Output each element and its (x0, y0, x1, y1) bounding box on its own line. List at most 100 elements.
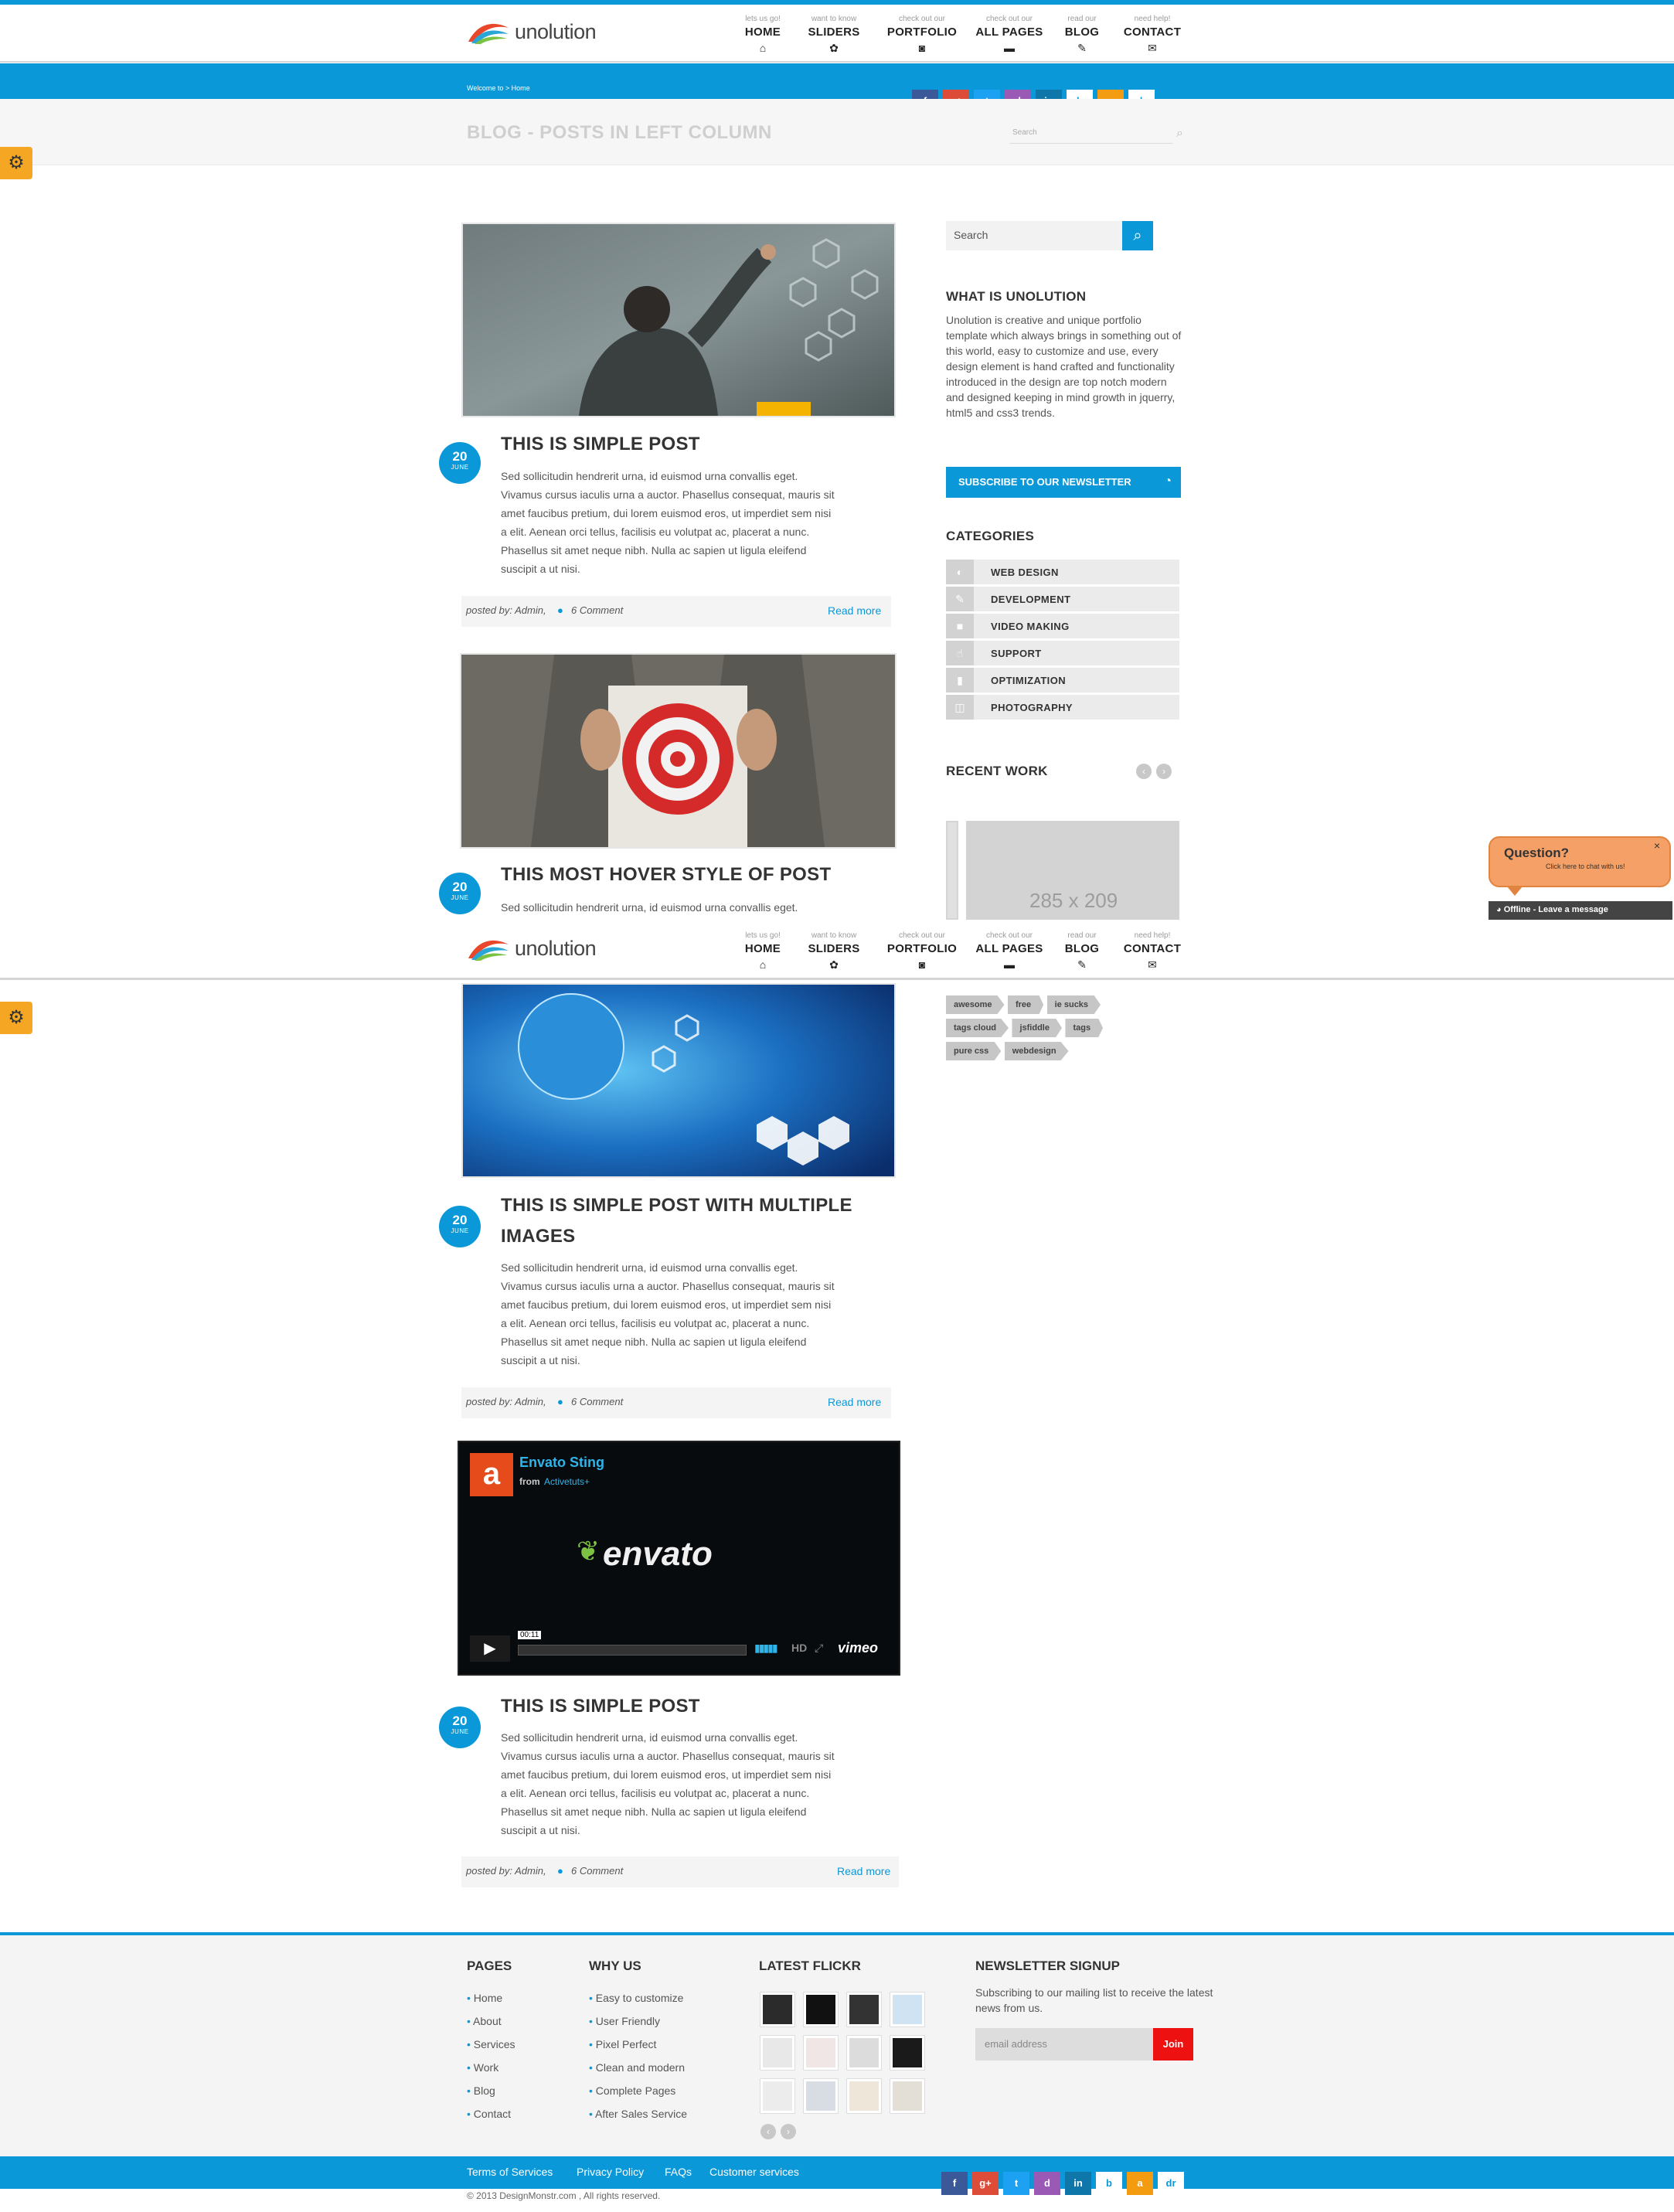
sidebar-search-input[interactable]: Search (946, 221, 1122, 250)
footer-link[interactable]: Blog (467, 2079, 515, 2102)
read-more-link[interactable]: Read more (828, 1396, 881, 1408)
breadcrumb[interactable]: Welcome to > Home (467, 84, 530, 92)
tag[interactable]: tags (1065, 1019, 1104, 1037)
facebook-icon[interactable]: f (941, 2172, 968, 2195)
category-development[interactable]: ✎ DEVELOPMENT (946, 587, 1179, 611)
play-icon[interactable]: ▶ (470, 1635, 510, 1662)
style-switcher-gear-icon[interactable]: ⚙ (0, 147, 32, 179)
nav-contact[interactable]: need help! CONTACT ✉ (1110, 931, 1195, 972)
footer-link[interactable]: Home (467, 1986, 515, 2010)
footer-link[interactable]: Complete Pages (589, 2079, 687, 2102)
footer-bottom-link[interactable]: FAQs (665, 2166, 692, 2178)
newsletter-email-input[interactable]: email address (975, 2028, 1153, 2061)
video-channel[interactable]: Envato Sting (519, 1455, 604, 1471)
post-title[interactable]: THIS IS SIMPLE POST (501, 1691, 872, 1722)
flickr-thumbnail[interactable] (804, 2079, 838, 2113)
next-arrow-icon[interactable]: › (781, 2124, 796, 2139)
flickr-thumbnail[interactable] (890, 2036, 924, 2070)
post-title[interactable]: THIS MOST HOVER STYLE OF POST (501, 859, 872, 890)
close-icon[interactable]: × (1654, 839, 1660, 852)
recent-work-thumbnail[interactable]: 285 x 209 (966, 821, 1179, 920)
post-image[interactable] (461, 223, 896, 417)
post-image[interactable] (461, 983, 896, 1178)
behance-icon[interactable]: b (1096, 2172, 1122, 2195)
amazon-icon[interactable]: a (1127, 2172, 1153, 2195)
footer-bottom-link[interactable]: Terms of Services (467, 2166, 553, 2178)
comment-count[interactable]: 6 Comment (571, 1396, 623, 1407)
channel-avatar[interactable]: a (470, 1453, 513, 1496)
video-progress-bar[interactable] (518, 1645, 747, 1656)
tag[interactable]: jsfiddle (1012, 1019, 1062, 1037)
nav-portfolio[interactable]: check out our PORTFOLIO ◙ (880, 14, 965, 56)
header-search-input[interactable]: Search (1009, 125, 1173, 144)
search-button-icon[interactable]: ⌕ (1122, 221, 1153, 250)
footer-link[interactable]: Work (467, 2056, 515, 2079)
comment-count[interactable]: 6 Comment (571, 1865, 623, 1877)
dropbox-icon[interactable]: dr (1158, 2172, 1184, 2195)
footer-link[interactable]: Services (467, 2033, 515, 2056)
flickr-thumbnail[interactable] (847, 2079, 881, 2113)
flickr-thumbnail[interactable] (760, 2036, 794, 2070)
tag[interactable]: webdesign (1004, 1042, 1069, 1060)
flickr-thumbnail[interactable] (804, 1993, 838, 2027)
footer-bottom-link[interactable]: Customer services (709, 2166, 799, 2178)
post-title[interactable]: THIS IS SIMPLE POST (501, 429, 856, 460)
vimeo-logo[interactable]: vimeo (838, 1640, 878, 1656)
nav-portfolio[interactable]: check out our PORTFOLIO ◙ (880, 931, 965, 972)
fullscreen-icon[interactable]: ⤢ (815, 1642, 823, 1655)
flickr-thumbnail[interactable] (847, 2036, 881, 2070)
footer-link[interactable]: Contact (467, 2102, 515, 2125)
flickr-thumbnail[interactable] (890, 2079, 924, 2113)
category-support[interactable]: ☝ SUPPORT (946, 641, 1179, 665)
subscribe-newsletter-button[interactable]: SUBSCRIBE TO OUR NEWSLETTER ◔ (946, 467, 1181, 498)
category-web-design[interactable]: ◐ WEB DESIGN (946, 560, 1179, 584)
chat-widget[interactable]: Question? Click here to chat with us! × (1489, 836, 1671, 887)
search-icon[interactable]: ⌕ (1176, 127, 1183, 141)
tag[interactable]: pure css (946, 1042, 1002, 1060)
category-video-making[interactable]: ■ VIDEO MAKING (946, 614, 1179, 638)
recent-work-thumb-prev[interactable] (946, 821, 958, 920)
flickr-thumbnail[interactable] (760, 1993, 794, 2027)
site-logo[interactable]: unolution (467, 19, 597, 45)
prev-arrow-icon[interactable]: ‹ (760, 2124, 776, 2139)
linkedin-icon[interactable]: in (1065, 2172, 1091, 2195)
tag[interactable]: free (1007, 995, 1044, 1014)
google-plus-icon[interactable]: g+ (972, 2172, 999, 2195)
next-arrow-icon[interactable]: › (1156, 764, 1172, 779)
footer-link[interactable]: Easy to customize (589, 1986, 687, 2010)
nav-sliders[interactable]: want to know SLIDERS ✿ (791, 931, 876, 972)
prev-arrow-icon[interactable]: ‹ (1136, 764, 1152, 779)
volume-icon[interactable]: ▮▮▮▮▮ (754, 1642, 777, 1655)
footer-link[interactable]: User Friendly (589, 2010, 687, 2033)
footer-link[interactable]: Pixel Perfect (589, 2033, 687, 2056)
comment-count[interactable]: 6 Comment (571, 604, 623, 616)
tag[interactable]: ie sucks (1046, 995, 1101, 1014)
footer-link[interactable]: About (467, 2010, 515, 2033)
site-logo[interactable]: unolution (467, 935, 597, 961)
flickr-thumbnail[interactable] (804, 2036, 838, 2070)
post-title[interactable]: THIS IS SIMPLE POST WITH MULTIPLE IMAGES (501, 1190, 872, 1252)
video-player[interactable]: a Envato Sting from Activetuts+ envato ❦… (458, 1441, 900, 1676)
style-switcher-gear-icon[interactable]: ⚙ (0, 1002, 32, 1034)
nav-sliders[interactable]: want to know SLIDERS ✿ (791, 14, 876, 56)
nav-contact[interactable]: need help! CONTACT ✉ (1110, 14, 1195, 56)
dribbble-icon[interactable]: d (1034, 2172, 1060, 2195)
tag[interactable]: tags cloud (946, 1019, 1009, 1037)
flickr-thumbnail[interactable] (847, 1993, 881, 2027)
read-more-link[interactable]: Read more (828, 604, 881, 617)
category-optimization[interactable]: ▮ OPTIMIZATION (946, 668, 1179, 693)
video-author[interactable]: Activetuts+ (544, 1476, 590, 1487)
flickr-thumbnail[interactable] (890, 1993, 924, 2027)
read-more-link[interactable]: Read more (837, 1865, 890, 1877)
flickr-thumbnail[interactable] (760, 2079, 794, 2113)
tag[interactable]: awesome (946, 995, 1005, 1014)
footer-link[interactable]: After Sales Service (589, 2102, 687, 2125)
post-image[interactable] (460, 653, 897, 849)
twitter-icon[interactable]: t (1003, 2172, 1029, 2195)
footer-bottom-link[interactable]: Privacy Policy (577, 2166, 644, 2178)
category-photography[interactable]: ◫ PHOTOGRAPHY (946, 695, 1179, 720)
chat-status-bar[interactable]: ◕ Offline - Leave a message (1489, 901, 1672, 920)
hd-button[interactable]: HD (791, 1642, 807, 1654)
footer-link[interactable]: Clean and modern (589, 2056, 687, 2079)
join-button[interactable]: Join (1153, 2028, 1193, 2061)
